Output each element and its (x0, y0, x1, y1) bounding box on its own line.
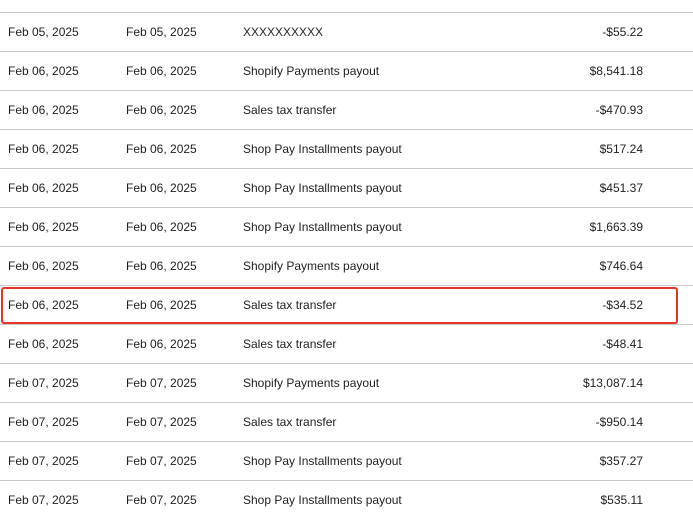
table-row[interactable]: Feb 06, 2025 Feb 06, 2025 Sales tax tran… (0, 325, 693, 364)
transaction-date: Feb 06, 2025 (8, 337, 79, 351)
posted-date: Feb 07, 2025 (126, 415, 197, 429)
table-row[interactable]: Feb 07, 2025 Feb 07, 2025 Sales tax tran… (0, 403, 693, 442)
transaction-date: Feb 07, 2025 (8, 493, 79, 507)
transaction-amount: $13,087.14 (582, 376, 643, 390)
table-row[interactable]: Feb 06, 2025 Feb 06, 2025 Shopify Paymen… (0, 52, 693, 91)
transaction-date: Feb 06, 2025 (8, 64, 79, 78)
transaction-date: Feb 07, 2025 (8, 376, 79, 390)
posted-date: Feb 06, 2025 (126, 298, 197, 312)
transaction-amount: $1,663.39 (589, 220, 643, 234)
transaction-amount: $517.24 (599, 142, 643, 156)
transaction-description: Shop Pay Installments payout (243, 220, 402, 234)
transaction-description: Shop Pay Installments payout (243, 454, 402, 468)
posted-date: Feb 06, 2025 (126, 181, 197, 195)
transaction-amount: -$34.52 (602, 298, 643, 312)
table-row[interactable]: Feb 06, 2025 Feb 06, 2025 Sales tax tran… (0, 91, 693, 130)
transaction-description: Shopify Payments payout (243, 64, 380, 78)
posted-date: Feb 07, 2025 (126, 493, 197, 507)
transaction-description: Sales tax transfer (243, 415, 337, 429)
posted-date: Feb 07, 2025 (126, 454, 197, 468)
transaction-amount: -$55.22 (602, 25, 643, 39)
transaction-description: Shop Pay Installments payout (243, 181, 402, 195)
transaction-amount: -$950.14 (595, 415, 643, 429)
posted-date: Feb 06, 2025 (126, 337, 197, 351)
posted-date: Feb 06, 2025 (126, 259, 197, 273)
transaction-amount: -$470.93 (595, 103, 643, 117)
transaction-date: Feb 07, 2025 (8, 415, 79, 429)
transaction-date: Feb 07, 2025 (8, 454, 79, 468)
posted-date: Feb 06, 2025 (126, 142, 197, 156)
transaction-amount: -$48.41 (602, 337, 643, 351)
transaction-description: XXXXXXXXXX (243, 25, 324, 39)
transaction-date: Feb 06, 2025 (8, 142, 79, 156)
transaction-description: Shopify Payments payout (243, 376, 380, 390)
transaction-date: Feb 06, 2025 (8, 103, 79, 117)
table-row[interactable]: Feb 05, 2025 Feb 05, 2025 XXXXXXXXXX -$5… (0, 13, 693, 52)
transaction-description: Shop Pay Installments payout (243, 493, 402, 507)
transaction-description: Shopify Payments payout (243, 259, 380, 273)
table-row[interactable]: Feb 07, 2025 Feb 07, 2025 Shop Pay Insta… (0, 442, 693, 481)
table-row[interactable]: Feb 06, 2025 Feb 06, 2025 Shop Pay Insta… (0, 208, 693, 247)
transaction-date: Feb 06, 2025 (8, 298, 79, 312)
transaction-description: Sales tax transfer (243, 337, 337, 351)
transaction-date: Feb 05, 2025 (8, 25, 79, 39)
table-row[interactable]: Feb 07, 2025 Feb 07, 2025 Shopify Paymen… (0, 364, 693, 403)
posted-date: Feb 06, 2025 (126, 220, 197, 234)
table-row[interactable]: Feb 06, 2025 Feb 06, 2025 Shop Pay Insta… (0, 130, 693, 169)
posted-date: Feb 06, 2025 (126, 103, 197, 117)
table-row[interactable]: Feb 06, 2025 Feb 06, 2025 Shopify Paymen… (0, 247, 693, 286)
transaction-description: Sales tax transfer (243, 103, 337, 117)
transaction-description: Shop Pay Installments payout (243, 142, 402, 156)
posted-date: Feb 05, 2025 (126, 25, 197, 39)
transaction-date: Feb 06, 2025 (8, 259, 79, 273)
table-row[interactable]: Feb 07, 2025 Feb 07, 2025 Shop Pay Insta… (0, 481, 693, 520)
transaction-amount: $535.11 (600, 493, 644, 507)
transaction-amount: $451.37 (599, 181, 643, 195)
table-top-divider (0, 0, 693, 13)
transaction-amount: $746.64 (599, 259, 643, 273)
posted-date: Feb 06, 2025 (126, 64, 197, 78)
table-row-highlighted[interactable]: Feb 06, 2025 Feb 06, 2025 Sales tax tran… (0, 286, 693, 325)
table-row[interactable]: Feb 06, 2025 Feb 06, 2025 Shop Pay Insta… (0, 169, 693, 208)
transaction-amount: $8,541.18 (589, 64, 643, 78)
posted-date: Feb 07, 2025 (126, 376, 197, 390)
transaction-date: Feb 06, 2025 (8, 220, 79, 234)
transaction-date: Feb 06, 2025 (8, 181, 79, 195)
transaction-description: Sales tax transfer (243, 298, 337, 312)
transaction-amount: $357.27 (599, 454, 643, 468)
